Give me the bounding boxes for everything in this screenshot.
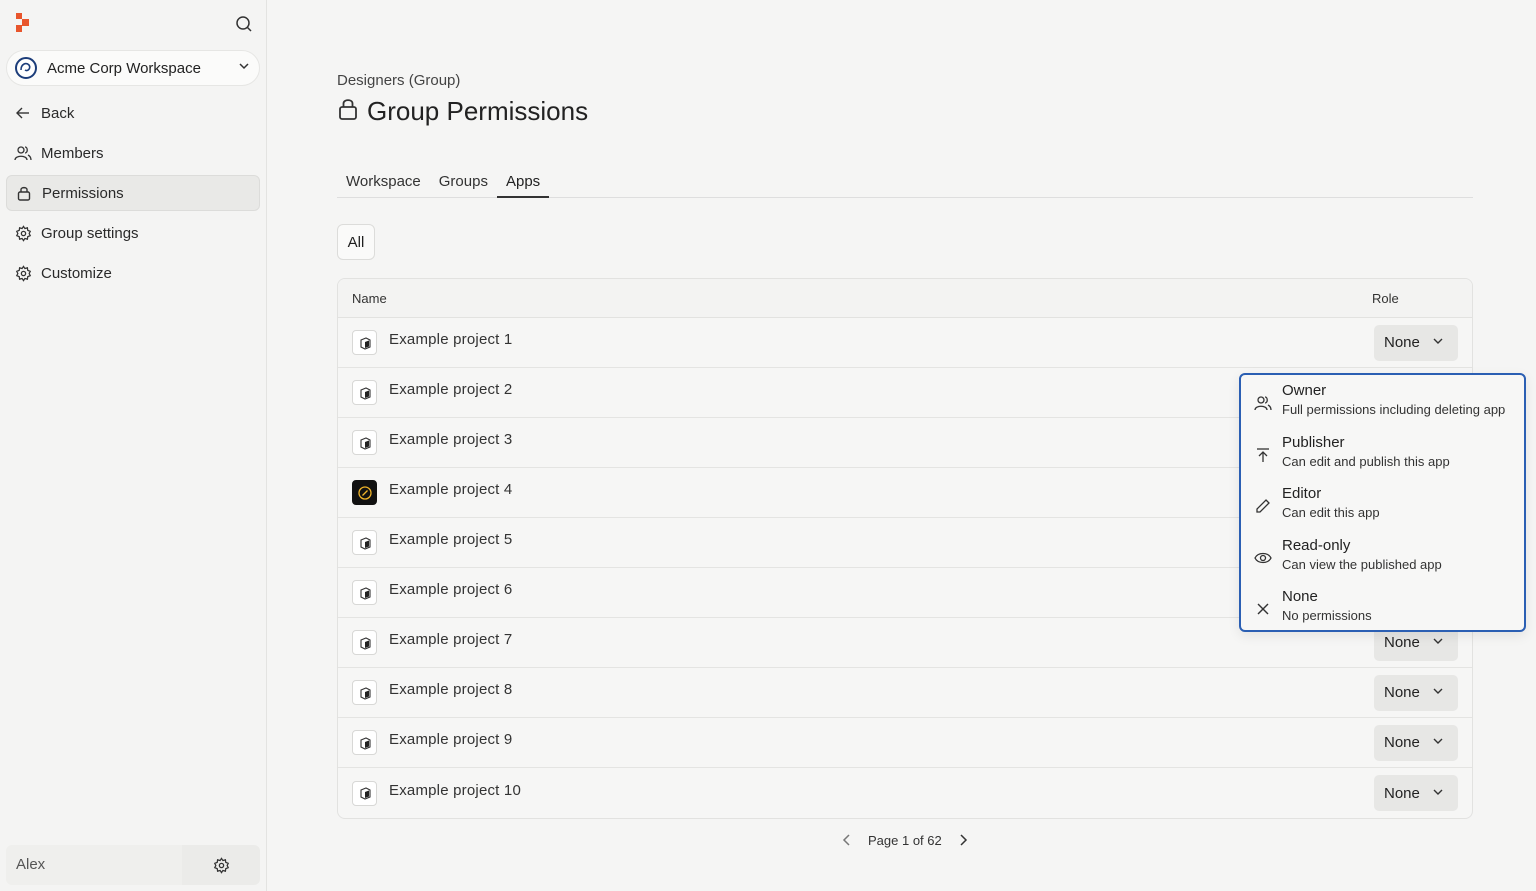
role-option-editor[interactable]: Editor Can edit this app	[1241, 484, 1524, 536]
app-name: Example project 6	[389, 581, 513, 598]
sidebar-item-group-settings[interactable]: Group settings	[6, 215, 260, 251]
eye-icon	[1253, 548, 1273, 568]
role-option-description: Can view the published app	[1282, 556, 1442, 572]
table-header: Name Role	[338, 279, 1472, 318]
table-row[interactable]: Example project 8 None	[338, 668, 1472, 718]
sidebar-item-label: Group settings	[41, 224, 139, 242]
role-option-label: Publisher	[1282, 433, 1345, 451]
role-option-label: Read-only	[1282, 536, 1351, 554]
chevron-down-icon	[237, 59, 251, 78]
table-row[interactable]: Example project 1 None	[338, 318, 1472, 368]
role-select-value: None	[1384, 334, 1420, 351]
role-option-label: Editor	[1282, 485, 1322, 502]
cube-icon	[352, 580, 377, 605]
role-select[interactable]: None	[1374, 775, 1458, 811]
chevron-down-icon	[1432, 334, 1444, 351]
gear-icon	[14, 224, 32, 242]
user-name[interactable]: Alex	[6, 845, 182, 885]
role-option-description: No permissions	[1282, 608, 1372, 623]
role-option-publisher[interactable]: Publisher Can edit and publish this app	[1241, 433, 1524, 485]
role-option-description: Can edit and publish this app	[1282, 453, 1450, 469]
breadcrumb: Designers (Group)	[337, 72, 461, 89]
app-name: Example project 9	[389, 731, 513, 748]
upload-icon	[1253, 445, 1273, 465]
pencil-icon	[1253, 496, 1273, 516]
role-option-none[interactable]: None No permissions	[1241, 587, 1524, 639]
role-option-label: Owner	[1282, 382, 1327, 399]
sidebar-nav: Back Members Permissions Group settings …	[6, 95, 260, 295]
tab-bar: Workspace Groups Apps	[337, 168, 1473, 198]
chevron-right-icon[interactable]	[954, 830, 972, 850]
page-title-row: Group Permissions	[337, 96, 588, 127]
role-select-value: None	[1384, 734, 1420, 751]
compass-icon	[352, 480, 377, 505]
sidebar-item-permissions[interactable]: Permissions	[6, 175, 260, 211]
sidebar-item-label: Permissions	[42, 184, 124, 202]
role-option-read-only[interactable]: Read-only Can view the published app	[1241, 536, 1524, 588]
app-name: Example project 5	[389, 531, 513, 548]
sidebar-item-label: Customize	[41, 264, 112, 282]
app-name: Example project 2	[389, 381, 513, 398]
role-option-description: Full permissions including deleting app	[1282, 402, 1506, 417]
users-icon	[1253, 393, 1273, 413]
x-icon	[1253, 599, 1273, 619]
cube-icon	[352, 430, 377, 455]
sidebar: Acme Corp Workspace Back Members Permiss…	[0, 0, 267, 891]
role-option-description: Can edit this app	[1282, 505, 1380, 520]
column-header-name: Name	[352, 290, 387, 306]
role-select[interactable]: None	[1374, 324, 1458, 361]
gear-icon[interactable]	[182, 845, 260, 885]
tab-workspace[interactable]: Workspace	[337, 168, 430, 198]
app-name: Example project 10	[389, 781, 522, 799]
pagination: Page 1 of 62	[838, 830, 972, 850]
cube-icon	[352, 530, 377, 555]
page-indicator: Page 1 of 62	[868, 832, 942, 848]
app-name: Example project 7	[389, 631, 513, 648]
role-select[interactable]: None	[1374, 724, 1458, 761]
role-select[interactable]: None	[1374, 674, 1458, 711]
sidebar-item-back[interactable]: Back	[6, 95, 260, 131]
cube-icon	[352, 380, 377, 405]
app-name: Example project 4	[389, 481, 513, 498]
lock-icon	[337, 97, 359, 126]
role-select-value: None	[1384, 784, 1420, 802]
chevron-down-icon	[1432, 785, 1444, 802]
app-name: Example project 3	[389, 431, 513, 448]
role-menu: Owner Full permissions including deletin…	[1239, 373, 1526, 632]
role-option-owner[interactable]: Owner Full permissions including deletin…	[1241, 381, 1524, 433]
cube-icon	[352, 680, 377, 705]
app-name: Example project 1	[389, 331, 513, 348]
tab-groups[interactable]: Groups	[430, 168, 497, 198]
role-option-label: None	[1282, 588, 1318, 605]
cube-icon	[352, 730, 377, 755]
user-bar: Alex	[6, 845, 260, 885]
arrow-left-icon	[14, 104, 32, 122]
table-row[interactable]: Example project 10 None	[338, 768, 1472, 818]
users-icon	[14, 144, 32, 162]
table-row[interactable]: Example project 9 None	[338, 718, 1472, 768]
cube-icon	[352, 780, 377, 806]
search-icon[interactable]	[232, 12, 256, 36]
workspace-name: Acme Corp Workspace	[47, 59, 201, 77]
sidebar-item-label: Back	[41, 104, 75, 122]
chevron-down-icon	[1432, 684, 1444, 701]
chevron-down-icon	[1432, 734, 1444, 751]
sidebar-item-customize[interactable]: Customize	[6, 255, 260, 291]
role-select-value: None	[1384, 684, 1420, 701]
app-name: Example project 8	[389, 681, 513, 698]
sidebar-item-members[interactable]: Members	[6, 135, 260, 171]
workspace-avatar	[15, 57, 37, 79]
page-title: Group Permissions	[367, 96, 589, 126]
cube-icon	[352, 330, 377, 355]
app-logo[interactable]	[14, 12, 34, 34]
filter-all-button[interactable]: All	[337, 224, 375, 260]
gear-icon	[14, 264, 32, 282]
workspace-switcher[interactable]: Acme Corp Workspace	[6, 50, 260, 86]
chevron-left-icon[interactable]	[838, 830, 856, 850]
tab-apps[interactable]: Apps	[496, 168, 550, 198]
lock-icon	[15, 184, 33, 202]
column-header-role: Role	[1372, 290, 1399, 306]
sidebar-item-label: Members	[41, 144, 104, 162]
cube-icon	[352, 630, 377, 655]
